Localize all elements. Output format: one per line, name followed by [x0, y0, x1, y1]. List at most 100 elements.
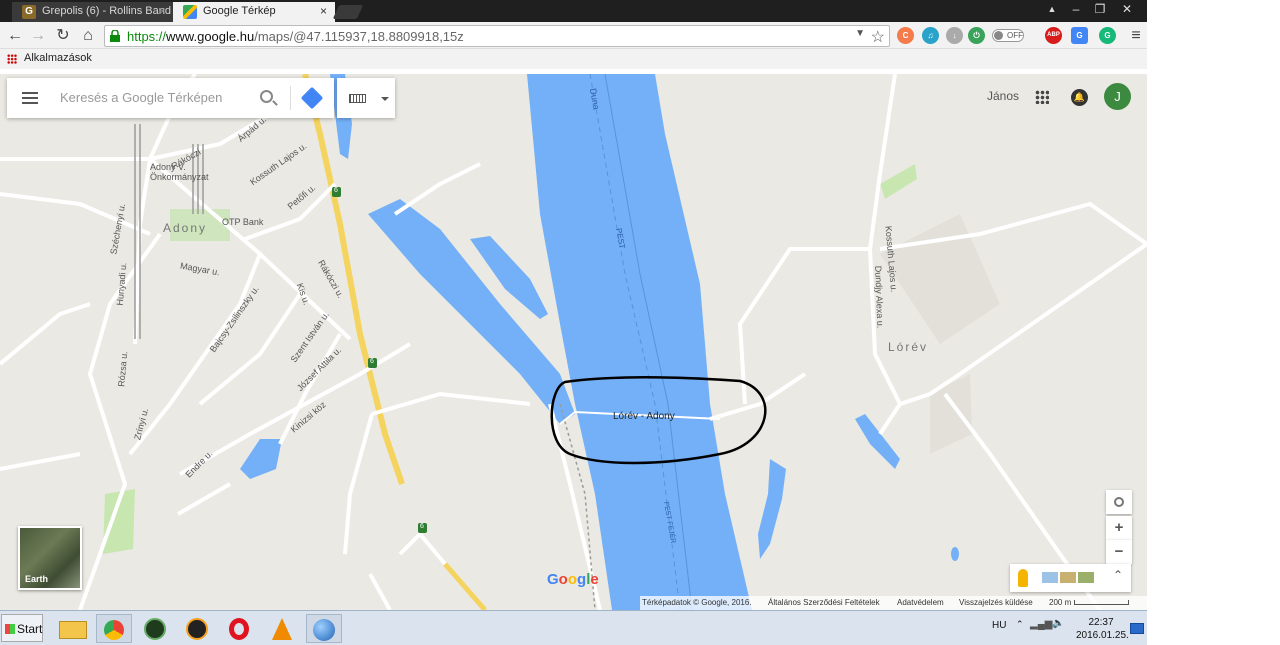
- keyboard-icon[interactable]: [349, 94, 366, 103]
- pegman-icon[interactable]: [1018, 569, 1028, 587]
- road-badge-label: 6: [420, 523, 424, 530]
- new-tab-button[interactable]: [332, 5, 364, 19]
- lock-icon: [110, 30, 120, 42]
- start-button[interactable]: Start: [1, 614, 43, 642]
- show-desktop-icon[interactable]: [1130, 623, 1144, 634]
- windows-logo-icon: [5, 624, 15, 634]
- start-label: Start: [17, 622, 43, 636]
- zoom-out-button[interactable]: −: [1106, 540, 1132, 564]
- divider: [290, 86, 291, 110]
- network-app-taskbar-icon[interactable]: [306, 614, 342, 643]
- file-explorer-taskbar-icon[interactable]: [55, 614, 91, 643]
- grammarly-icon[interactable]: G: [1099, 27, 1116, 44]
- poi-label-otp-bank[interactable]: OTP Bank: [222, 217, 263, 227]
- screen: G Grepolis (6) - Rollins Band × Google T…: [0, 0, 1280, 645]
- road-6: [302, 74, 405, 485]
- chrome-taskbar-icon[interactable]: [96, 614, 132, 643]
- restore-button[interactable]: ❐: [1088, 0, 1112, 18]
- close-window-button[interactable]: ✕: [1115, 0, 1139, 18]
- privacy-link[interactable]: Adatvédelem: [897, 598, 944, 607]
- input-tools[interactable]: [337, 78, 395, 118]
- search-box: Keresés a Google Térképen: [7, 78, 334, 118]
- apps-icon[interactable]: [7, 54, 17, 64]
- close-tab-icon[interactable]: ×: [159, 4, 166, 18]
- opera-taskbar-icon[interactable]: [222, 614, 258, 643]
- map-canvas[interactable]: 6 6 6 Adony Lórév Duna PEST PEST FEJÉR R…: [0, 74, 1147, 610]
- browser-toolbar: ← → ↻ ⌂ https://www.google.hu/maps/@47.1…: [0, 22, 1147, 49]
- expand-icon[interactable]: ⌃: [1113, 568, 1123, 582]
- oxbow-lake: [758, 459, 786, 559]
- omnibox-dropdown-icon[interactable]: ▼: [855, 28, 865, 39]
- reload-button[interactable]: ↻: [53, 26, 73, 46]
- zoom-in-button[interactable]: +: [1106, 516, 1132, 540]
- browser-window: G Grepolis (6) - Rollins Band × Google T…: [0, 0, 1147, 610]
- user-name[interactable]: János: [987, 89, 1019, 103]
- earth-view-toggle[interactable]: Earth: [18, 526, 82, 590]
- pond: [855, 414, 900, 469]
- search-icon[interactable]: [260, 90, 273, 103]
- notifications-icon[interactable]: 🔔: [1071, 89, 1088, 106]
- adblock-plus-icon[interactable]: ABP: [1045, 27, 1062, 44]
- directions-icon[interactable]: [300, 86, 324, 110]
- taskbar: Start HU ⌃ ▂▄▆ 🔈 22:37 2016.01.25.: [0, 610, 1147, 645]
- home-button[interactable]: ⌂: [78, 26, 98, 46]
- back-button[interactable]: ←: [5, 26, 25, 46]
- tray-expand-icon[interactable]: ⌃: [1016, 619, 1024, 630]
- language-indicator[interactable]: HU: [992, 620, 1006, 631]
- scale-bar: [1074, 600, 1129, 605]
- folder-icon: [59, 621, 87, 639]
- town-label-lorev[interactable]: Lórév: [888, 340, 928, 354]
- minimize-button[interactable]: –: [1064, 0, 1088, 18]
- my-location-button[interactable]: [1106, 490, 1132, 514]
- forward-button[interactable]: →: [28, 26, 48, 46]
- map-graphic[interactable]: [0, 74, 1147, 610]
- bookmark-apps[interactable]: Alkalmazások: [24, 52, 92, 64]
- clock-time: 22:37: [1088, 617, 1114, 628]
- annotation-label: Lórév - Adony: [613, 411, 675, 422]
- layer-thumbnail[interactable]: [1060, 572, 1076, 583]
- tab-title: Grepolis (6) - Rollins Band: [42, 5, 171, 17]
- signal-icon[interactable]: ▂▄▆: [1030, 619, 1052, 630]
- tab-google-maps[interactable]: Google Térkép ×: [173, 2, 335, 22]
- layer-thumbnail[interactable]: [1078, 572, 1094, 583]
- google-logo: Google: [547, 571, 599, 588]
- terms-link[interactable]: Általános Szerződési Feltételek: [768, 598, 880, 607]
- address-bar[interactable]: https://www.google.hu/maps/@47.115937,18…: [104, 25, 890, 47]
- vlc-cone-icon: [272, 618, 292, 640]
- warning-app-icon: [186, 618, 208, 640]
- avatar[interactable]: J: [1104, 83, 1131, 110]
- app-taskbar-icon[interactable]: [180, 614, 216, 643]
- app-taskbar-icon[interactable]: [138, 614, 174, 643]
- translate-icon[interactable]: G: [1071, 27, 1088, 44]
- profile-icon[interactable]: ▲: [1040, 0, 1064, 18]
- google-apps-icon[interactable]: [1035, 90, 1049, 104]
- headphones-extension-icon[interactable]: ♫: [922, 27, 939, 44]
- earth-label: Earth: [25, 574, 49, 584]
- opera-icon: [229, 618, 249, 640]
- download-extension-icon[interactable]: ↓: [946, 27, 963, 44]
- bookmark-star-icon[interactable]: ☆: [871, 27, 885, 47]
- road-badge-label: 6: [370, 358, 374, 365]
- town-label-adony[interactable]: Adony: [163, 221, 207, 235]
- chevron-down-icon[interactable]: [381, 97, 389, 101]
- vlc-taskbar-icon[interactable]: [264, 614, 300, 643]
- system-clock[interactable]: 22:37 2016.01.25.: [1076, 616, 1129, 642]
- search-input[interactable]: Keresés a Google Térképen: [60, 90, 222, 105]
- poi-label-municipality[interactable]: Adony V. Önkormányzat: [150, 162, 209, 182]
- park-area: [880, 164, 917, 199]
- locate-icon: [1114, 497, 1124, 507]
- extension-c-icon[interactable]: C: [897, 27, 914, 44]
- chrome-menu-icon[interactable]: ≡: [1126, 26, 1146, 46]
- volume-icon[interactable]: 🔈: [1052, 618, 1064, 629]
- chrome-icon: [104, 620, 124, 640]
- power-extension-icon[interactable]: ⏻: [968, 27, 985, 44]
- scale-label[interactable]: 200 m: [1049, 598, 1071, 607]
- layer-thumbnail[interactable]: [1042, 572, 1058, 583]
- tab-grepolis[interactable]: G Grepolis (6) - Rollins Band ×: [12, 2, 174, 22]
- road-6: [443, 562, 487, 610]
- close-tab-icon[interactable]: ×: [320, 4, 327, 18]
- hamburger-menu-icon[interactable]: [22, 92, 38, 104]
- extension-toggle[interactable]: OFF: [992, 29, 1024, 42]
- clock-date: 2016.01.25.: [1076, 630, 1129, 641]
- feedback-link[interactable]: Visszajelzés küldése: [959, 598, 1033, 607]
